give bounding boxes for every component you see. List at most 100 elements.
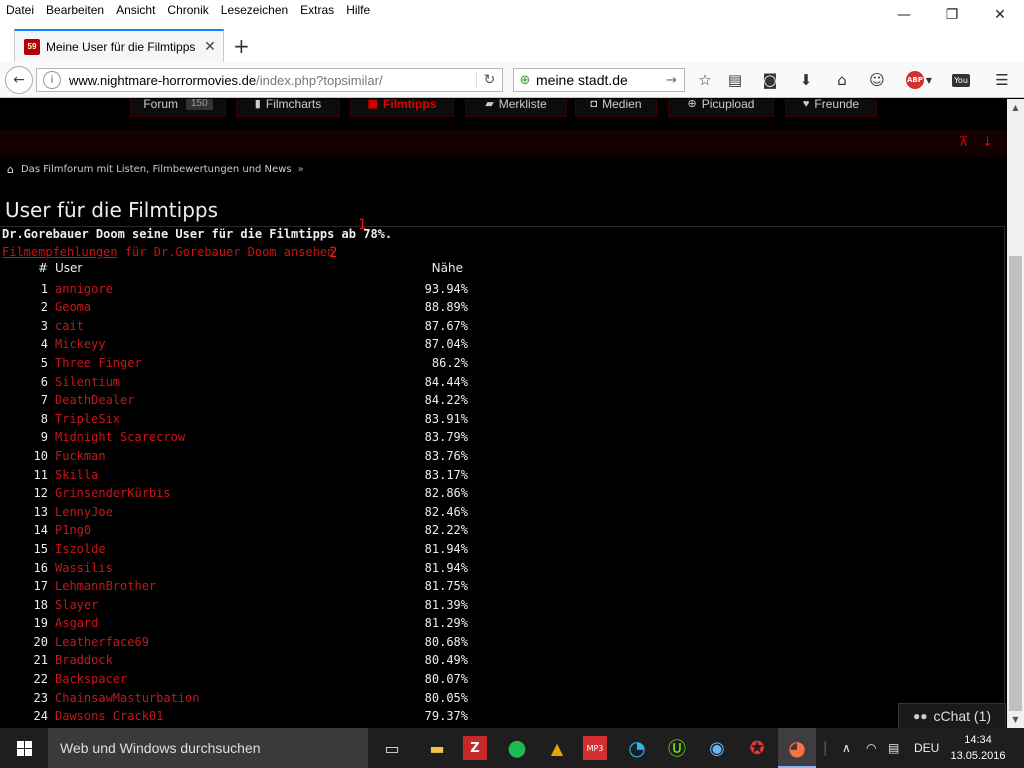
update-app-icon[interactable]: ◉ (703, 734, 731, 762)
user-link[interactable]: TripleSix (55, 412, 120, 426)
start-button[interactable] (0, 728, 48, 768)
user-link[interactable]: Geoma (55, 300, 91, 314)
url-text[interactable]: www.nightmare-horrormovies.de/index.php?… (69, 73, 476, 88)
sync-app-icon[interactable]: ◔ (623, 734, 651, 762)
recommendation-line: Filmempfehlungen für Dr.Gorebauer Doom a… (2, 245, 334, 259)
menu-hilfe[interactable]: Hilfe (340, 3, 376, 17)
arrow-down-icon[interactable]: ↓ (982, 135, 993, 150)
vlc-icon[interactable]: ▲ (543, 734, 571, 762)
naehe-value: 87.67% (424, 318, 468, 333)
sitemap-icon[interactable]: ⊼ (959, 135, 969, 150)
file-explorer-icon[interactable]: ▬ (423, 734, 451, 762)
site-nav-medien-label: Medien (602, 99, 642, 111)
firefox-icon[interactable]: ◕ (783, 734, 811, 762)
user-link[interactable]: DeathDealer (55, 393, 134, 407)
user-link[interactable]: P1ng0 (55, 523, 91, 537)
user-link[interactable]: annigore (55, 282, 113, 296)
tray-chevron-icon[interactable]: ∧ (842, 728, 851, 768)
info-icon[interactable]: i (43, 71, 61, 89)
site-nav-forum[interactable]: Forum 150 (130, 99, 226, 117)
menu-extras[interactable]: Extras (294, 3, 340, 17)
youtube-icon[interactable]: You (949, 68, 973, 92)
bookmark-star-icon[interactable]: ☆ (693, 68, 717, 92)
url-bar[interactable]: i www.nightmare-horrormovies.de/index.ph… (36, 68, 503, 92)
search-engine-icon[interactable]: ⊕ (514, 73, 536, 88)
user-link[interactable]: Asgard (55, 616, 98, 630)
naehe-value: 82.86% (424, 486, 468, 501)
filezilla-icon[interactable]: Z (463, 736, 487, 760)
user-link[interactable]: Midnight Scarecrow (55, 430, 185, 444)
scrollbar-thumb[interactable] (1009, 256, 1022, 711)
header-num: # (37, 261, 48, 275)
user-link[interactable]: Mickeyy (55, 337, 106, 351)
spotify-icon[interactable]: ● (503, 734, 531, 762)
search-bar[interactable]: ⊕ meine stadt.de → (513, 68, 685, 92)
language-indicator[interactable]: DEU (914, 728, 939, 768)
site-nav-picupload[interactable]: ⊕ Picupload (668, 99, 774, 117)
reading-list-icon[interactable]: ▤ (723, 68, 747, 92)
back-button[interactable]: ← (5, 66, 33, 94)
user-link[interactable]: Dawsons Crack01 (55, 709, 163, 723)
menu-ansicht[interactable]: Ansicht (110, 3, 161, 17)
site-nav-freunde[interactable]: ♥ Freunde (785, 99, 877, 117)
user-link[interactable]: Iszolde (55, 542, 106, 556)
user-link[interactable]: Silentium (55, 375, 120, 389)
menu-datei[interactable]: Datei (0, 3, 40, 17)
user-link[interactable]: Backspacer (55, 672, 127, 686)
pocket-icon[interactable]: ◙ (758, 68, 782, 92)
user-link[interactable]: Skilla (55, 468, 98, 482)
bar-chart-icon: ▮ (254, 99, 261, 110)
hamburger-menu-icon[interactable]: ☰ (990, 68, 1014, 92)
tab-filmtipps[interactable]: 59 Meine User für die Filmtipps ✕ (14, 29, 224, 62)
adblock-plus-icon[interactable]: ABP ▼ (902, 68, 936, 92)
scroll-up-icon[interactable]: ▲ (1007, 99, 1024, 116)
cchat-button[interactable]: ●● cChat (1) (898, 703, 1006, 729)
breadcrumb-separator: » (297, 164, 304, 175)
scroll-down-icon[interactable]: ▼ (1007, 711, 1024, 728)
filmempfehlungen-link[interactable]: Filmempfehlungen (2, 245, 118, 259)
user-link[interactable]: LehmannBrother (55, 579, 156, 593)
user-link[interactable]: LennyJoe (55, 505, 113, 519)
taskbar-search-input[interactable]: Web und Windows durchsuchen (48, 728, 368, 768)
naehe-value: 80.07% (424, 672, 468, 687)
home-icon[interactable]: ⌂ (7, 163, 14, 176)
wifi-icon[interactable]: ◠ (866, 728, 876, 768)
mp3-app-icon[interactable]: MP3 (583, 736, 607, 760)
user-link[interactable]: Braddock (55, 653, 113, 667)
user-link[interactable]: cait (55, 319, 84, 333)
search-go-icon[interactable]: → (666, 73, 684, 88)
site-nav-picupload-label: Picupload (701, 99, 755, 111)
utorrent-icon[interactable]: Ⓤ (663, 734, 691, 762)
breadcrumb-link[interactable]: Das Filmforum mit Listen, Filmbewertunge… (21, 164, 292, 175)
tab-close-icon[interactable]: ✕ (201, 38, 219, 55)
home-icon[interactable]: ⌂ (830, 68, 854, 92)
naehe-value: 81.75% (424, 579, 468, 594)
red-app-icon[interactable]: ✪ (743, 734, 771, 762)
menu-bearbeiten[interactable]: Bearbeiten (40, 3, 110, 17)
search-input[interactable]: meine stadt.de (536, 72, 666, 88)
site-nav-medien[interactable]: ◘ Medien (575, 99, 657, 117)
user-link[interactable]: Leatherface69 (55, 635, 149, 649)
reload-icon[interactable]: ↻ (476, 72, 502, 88)
user-link[interactable]: GrinsenderKürbis (55, 486, 171, 500)
user-link[interactable]: Slayer (55, 598, 98, 612)
user-link[interactable]: Wassilis (55, 561, 113, 575)
site-nav-merkliste[interactable]: ▰ Merkliste (465, 99, 567, 117)
site-nav-filmtipps[interactable]: ▦ Filmtipps (350, 99, 454, 117)
new-tab-button[interactable]: + (233, 34, 250, 58)
download-icon[interactable]: ⬇ (794, 68, 818, 92)
user-link[interactable]: Fuckman (55, 449, 106, 463)
user-link[interactable]: ChainsawMasturbation (55, 691, 200, 705)
menu-chronik[interactable]: Chronik (161, 3, 214, 17)
notification-icon[interactable]: ▤ (888, 728, 899, 768)
band-icons: ⊼ ↓ (959, 135, 993, 150)
clock[interactable]: 14:34 13.05.2016 (948, 732, 1008, 764)
site-nav-filmcharts[interactable]: ▮ Filmcharts (236, 99, 340, 117)
user-link[interactable]: Three Finger (55, 356, 142, 370)
abp-badge: ABP (905, 71, 924, 89)
smiley-icon[interactable]: ☺ (865, 68, 889, 92)
task-view-icon[interactable]: ▭ (378, 734, 406, 762)
page-scrollbar[interactable]: ▲ ▼ (1007, 99, 1024, 728)
menu-lesezeichen[interactable]: Lesezeichen (215, 3, 294, 17)
tab-strip: 59 Meine User für die Filmtipps ✕ + (0, 20, 1024, 62)
